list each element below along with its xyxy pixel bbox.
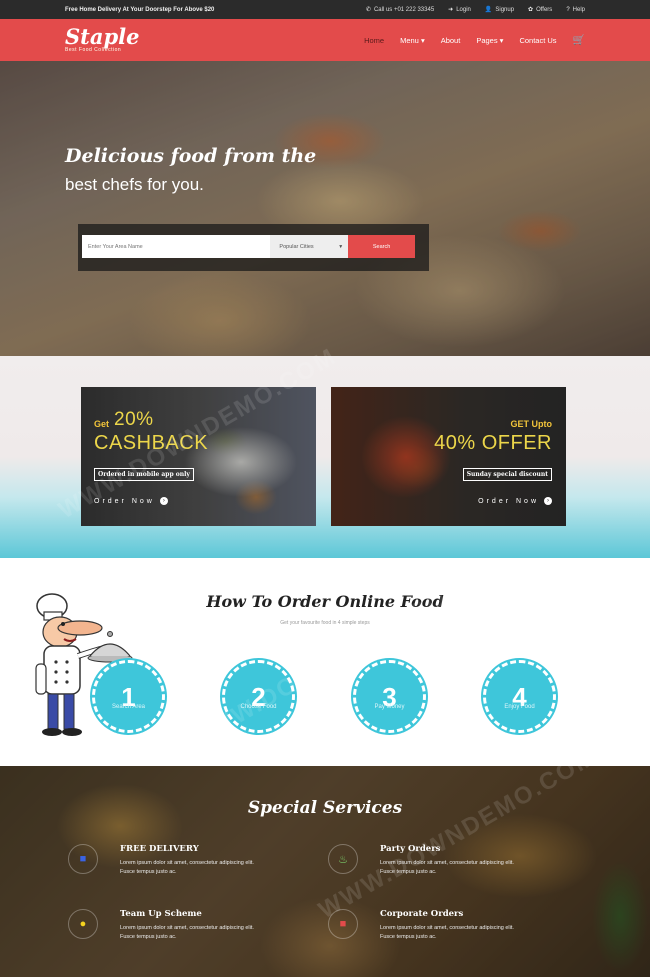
team-icon: ● [68,909,98,939]
service-party-orders: ♨ Party Orders Lorem ipsum dolor sit ame… [328,844,580,877]
how-title: How To Order Online Food [206,592,444,611]
nav-menu-dropdown[interactable]: Menu ▾ [400,36,425,45]
services-title: Special Services [247,798,403,818]
service-corporate-orders: ■ Corporate Orders Lorem ipsum dolor sit… [328,909,580,942]
briefcase-icon: ■ [328,909,358,939]
login-link[interactable]: ➜ Login [448,6,471,14]
nav-contact[interactable]: Contact Us [519,36,556,45]
service-team-up: ● Team Up Scheme Lorem ipsum dolor sit a… [68,909,320,942]
cart-icon[interactable]: 🛒 [573,35,585,46]
help-icon: ? [566,6,570,13]
offer-note: Ordered in mobile app only [94,468,194,481]
phone-icon: ✆ [365,7,371,13]
step-enjoy-food: 4 Enjoy Food [483,660,556,733]
city-select[interactable]: Popular Cities ▼ [270,235,349,258]
truck-icon: ■ [68,844,98,874]
arrow-right-icon: › [544,497,552,505]
how-to-order-section: How To Order Online Food Get your favour… [0,558,650,766]
step-pay-money: 3 Pay Money [353,660,426,733]
nav-about[interactable]: About [441,36,461,45]
help-link[interactable]: ? Help [566,7,585,13]
offer-card-discount[interactable]: GET Upto 40% OFFER Sunday special discou… [331,387,566,526]
offer-get-label: GET Upto [510,419,553,429]
arrow-right-icon: › [159,497,168,505]
area-search-input[interactable] [82,235,271,258]
offers-section: Get 20% CASHBACK Ordered in mobile app o… [0,356,650,558]
hero-banner: Delicious food from the best chefs for y… [0,61,650,356]
service-free-delivery: ■ FREE DELIVERY Lorem ipsum dolor sit am… [68,844,320,877]
promo-text: Free Home Delivery At Your Doorstep For … [65,6,215,13]
offer-card-cashback[interactable]: Get 20% CASHBACK Ordered in mobile app o… [81,387,316,526]
hero-title: Delicious food from the [65,145,317,167]
offer-amount: 40% OFFER [434,432,552,454]
logo[interactable]: Staple Best Food Collection [65,24,140,53]
step-choose-food: 2 Choose Food [222,660,295,733]
main-nav: Staple Best Food Collection Home Menu ▾ … [0,19,650,61]
hero-subtitle: best chefs for you. [65,175,204,194]
offers-link[interactable]: ✿ Offers [528,6,552,14]
tag-icon: ✿ [528,7,534,13]
caret-down-icon: ▼ [338,243,344,250]
nav-home[interactable]: Home [364,36,384,45]
call-link[interactable]: ✆ Call us +01 222 33345 [365,6,434,14]
order-now-link[interactable]: Order Now › [478,497,552,505]
offer-amount: 20% [114,409,154,430]
nav-pages-dropdown[interactable]: Pages ▾ [476,36,503,45]
search-button[interactable]: Search [348,235,415,258]
top-bar: Free Home Delivery At Your Doorstep For … [0,0,650,19]
offer-word: CASHBACK [94,432,209,454]
order-now-link[interactable]: Order Now › [94,497,168,505]
step-search-area: 1 Search Area [92,660,165,733]
search-bar: Popular Cities ▼ Search [78,224,429,271]
offer-note: Sunday special discount [462,468,552,481]
cake-icon: ♨ [328,844,358,874]
how-subtitle: Get your favourite food in 4 simple step… [280,620,370,626]
top-links: ✆ Call us +01 222 33345 ➜ Login 👤 Signup ✿ O… [365,6,585,14]
login-icon: ➜ [448,7,454,13]
user-plus-icon: 👤 [484,7,493,13]
nav-menu: Home Menu ▾ About Pages ▾ Contact Us 🛒 [364,35,585,46]
special-services-section: Special Services ■ FREE DELIVERY Lorem i… [0,766,650,977]
offer-get-label: Get [94,419,110,429]
brand-name: Staple [65,24,140,49]
signup-link[interactable]: 👤 Signup [484,6,514,14]
